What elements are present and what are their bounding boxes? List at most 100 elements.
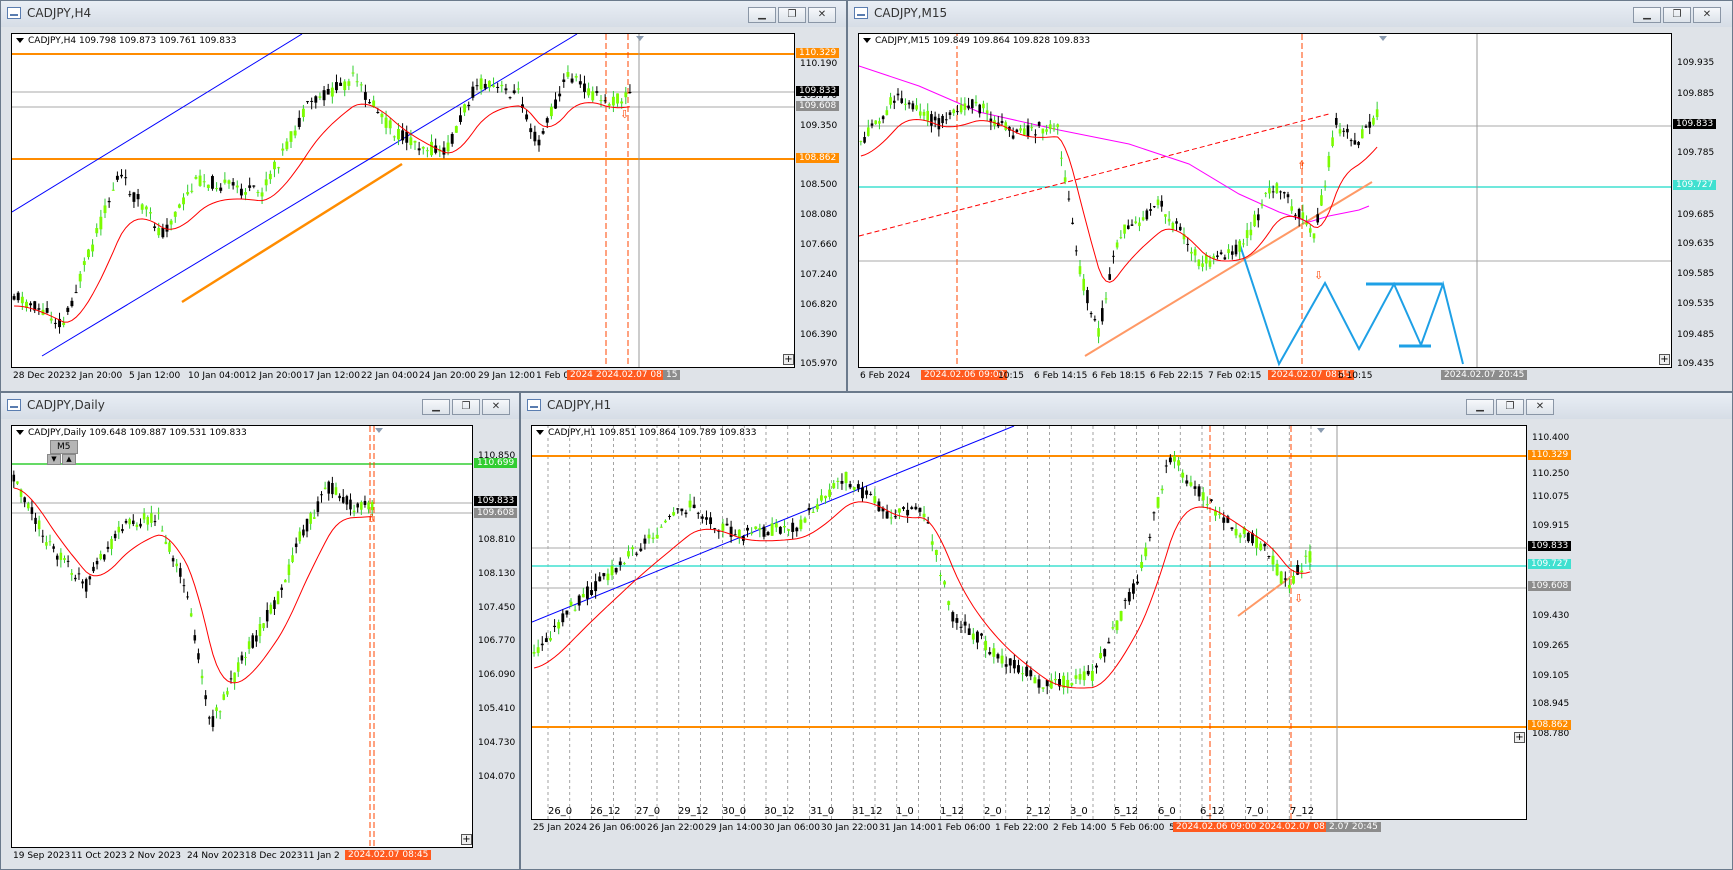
candle-body <box>111 189 115 191</box>
close-button[interactable]: ✕ <box>482 399 510 415</box>
candle-body <box>463 104 467 113</box>
candle-body <box>285 141 289 150</box>
candle-body <box>533 131 537 142</box>
candle-body <box>1227 249 1230 254</box>
candle-body <box>52 546 55 549</box>
candle-body <box>326 88 330 95</box>
timeframe-up-icon[interactable]: ▲ <box>62 454 76 465</box>
chart-window-h4[interactable]: CADJPY,H4 ▁ ❐ ✕ ⇩ CADJPY,H4 109.798 109.… <box>0 0 847 392</box>
chart-window-daily[interactable]: CADJPY,Daily ▁ ❐ ✕ ⇩ CADJPY,Daily 109.64… <box>0 392 520 870</box>
candle-body <box>1108 274 1112 280</box>
candle-body <box>844 471 848 484</box>
candle-body <box>955 618 959 623</box>
candle-body <box>45 308 49 313</box>
restore-button[interactable]: ❐ <box>452 399 480 415</box>
candle-body <box>53 322 57 324</box>
candle-body <box>620 101 624 104</box>
minimize-icon: ▁ <box>432 401 440 412</box>
candle-body <box>88 576 92 580</box>
candle-body <box>168 542 171 552</box>
candle-body <box>1316 214 1320 223</box>
add-button[interactable]: + <box>783 354 794 365</box>
chart-plot-area[interactable]: ⇧ ⇩ CADJPY,M15 109.849 109.864 109.828 1… <box>858 33 1672 368</box>
titlebar[interactable]: CADJPY,H4 ▁ ❐ ✕ <box>1 1 846 27</box>
price-label: 109.727 <box>1673 180 1717 190</box>
add-button[interactable]: + <box>461 834 472 845</box>
minimize-button[interactable]: ▁ <box>1466 399 1494 415</box>
minimize-button[interactable]: ▁ <box>422 399 450 415</box>
candle-body <box>897 508 901 513</box>
candle-body <box>561 613 565 623</box>
chart-window-m15[interactable]: CADJPY,M15 ▁ ❐ ✕ ⇧ ⇩ CADJPY,M15 109.849 … <box>847 0 1733 392</box>
candle-body <box>179 568 182 577</box>
candle-body <box>1103 649 1107 657</box>
price-axis: 110.850 108.810 108.130 107.450 106.770 … <box>474 425 519 848</box>
candle-body <box>922 111 926 116</box>
time-label: 2024.02.07 08:45 <box>345 850 432 860</box>
candle-body <box>1156 199 1160 206</box>
timeframe-down-icon[interactable]: ▼ <box>47 454 61 465</box>
candle-body <box>1126 225 1130 229</box>
candle-body <box>951 612 955 622</box>
moving-average-line <box>14 102 630 323</box>
add-button[interactable]: + <box>1659 354 1670 365</box>
restore-icon: ❐ <box>787 9 797 20</box>
candle-body <box>1012 659 1016 669</box>
candle-body <box>215 188 219 190</box>
candle-body <box>832 483 836 489</box>
candle-body <box>251 635 254 648</box>
timeframe-badge[interactable]: M5 <box>50 440 78 454</box>
candle-body <box>454 126 458 133</box>
candle-body <box>182 585 186 587</box>
titlebar[interactable]: CADJPY,Daily ▁ ❐ ✕ <box>1 393 519 419</box>
candle-body <box>239 188 243 196</box>
session-label: 2_12 <box>1026 806 1051 817</box>
add-button[interactable]: + <box>1514 732 1525 743</box>
candle-body <box>66 307 70 312</box>
candle-body <box>128 518 131 525</box>
candle-body <box>1197 259 1201 267</box>
restore-button[interactable]: ❐ <box>1496 399 1524 415</box>
candle-body <box>135 524 139 527</box>
candle-body <box>301 108 305 118</box>
candle-body <box>1222 517 1226 523</box>
close-button[interactable]: ✕ <box>808 7 836 23</box>
candle-body <box>471 86 475 98</box>
titlebar[interactable]: CADJPY,H1 ▁ ❐ ✕ <box>521 393 1732 419</box>
candle-body <box>1130 224 1134 226</box>
candle-body <box>1286 194 1290 198</box>
candle-body <box>1255 536 1259 548</box>
candle-body <box>1238 534 1242 538</box>
candle-body <box>1193 249 1197 256</box>
candle-body <box>197 653 200 660</box>
candle-body <box>594 581 598 592</box>
candle-body <box>298 531 302 542</box>
candle-body <box>313 517 316 519</box>
current-price-label: 109.833 <box>1673 119 1717 129</box>
restore-button[interactable]: ❐ <box>778 7 806 23</box>
candle-body <box>1070 683 1074 686</box>
session-label: 27_0 <box>636 806 661 817</box>
candle-body <box>1300 570 1304 573</box>
close-button[interactable]: ✕ <box>1693 7 1721 23</box>
chart-plot-area[interactable]: ⇩ CADJPY,H4 109.798 109.873 109.761 109.… <box>11 33 795 368</box>
candle-body <box>244 192 247 195</box>
dropdown-triangle-icon <box>536 430 544 435</box>
close-button[interactable]: ✕ <box>1526 399 1554 415</box>
minimize-button[interactable]: ▁ <box>1633 7 1661 23</box>
restore-button[interactable]: ❐ <box>1663 7 1691 23</box>
candle-body <box>618 561 622 566</box>
candle-body <box>475 85 479 87</box>
chart-plot-area[interactable]: ⇩ CADJPY,H1 109.851 109.864 109.789 109.… <box>531 425 1527 820</box>
candle-body <box>55 555 59 560</box>
candle-body <box>1152 206 1156 208</box>
candle-body <box>392 136 396 138</box>
window-title: CADJPY,Daily <box>27 398 105 412</box>
titlebar[interactable]: CADJPY,M15 ▁ ❐ ✕ <box>848 1 1732 27</box>
minimize-button[interactable]: ▁ <box>748 7 776 23</box>
chart-plot-area[interactable]: ⇩ CADJPY,Daily 109.648 109.887 109.531 1… <box>11 425 473 848</box>
candle-body <box>293 130 297 136</box>
candle-body <box>157 512 160 514</box>
chart-window-h1[interactable]: CADJPY,H1 ▁ ❐ ✕ ⇩ CADJPY,H1 109.851 109.… <box>520 392 1733 870</box>
candle-body <box>233 672 236 683</box>
